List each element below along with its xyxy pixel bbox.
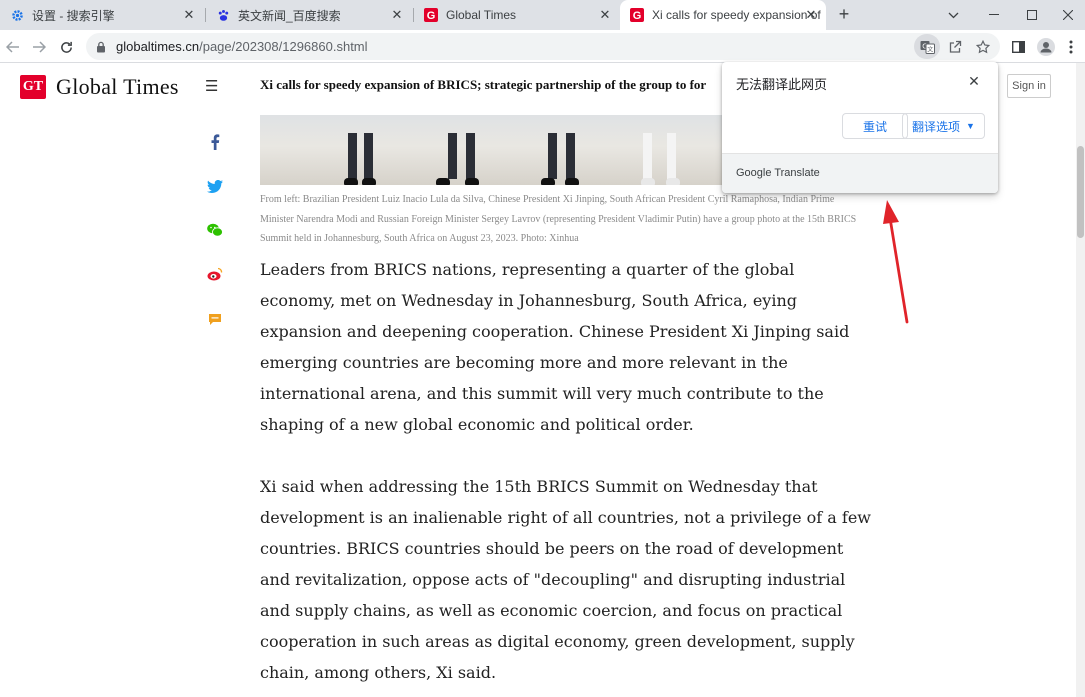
translate-icon: G文	[920, 40, 935, 54]
twitter-share-icon[interactable]	[206, 177, 224, 195]
kebab-menu-icon	[1069, 40, 1073, 54]
photo-shoe	[344, 178, 358, 185]
avatar-icon	[1037, 38, 1055, 56]
side-panel-button[interactable]	[1006, 35, 1030, 59]
weibo-share-icon[interactable]	[206, 265, 224, 283]
tab-title: Global Times	[446, 8, 517, 22]
article-paragraph: Xi said when addressing the 15th BRICS S…	[260, 477, 871, 682]
share-button[interactable]	[942, 34, 968, 59]
baidu-paw-icon	[216, 8, 230, 22]
photo-shoe	[641, 178, 655, 185]
tab-settings[interactable]: 设置 - 搜索引擎 ✕	[0, 0, 204, 30]
close-icon	[1062, 10, 1073, 20]
new-tab-button[interactable]: +	[834, 4, 854, 24]
close-tab-icon[interactable]: ✕	[388, 6, 406, 24]
retry-button[interactable]: 重试	[842, 113, 908, 139]
browser-toolbar: globaltimes.cn/page/202308/1296860.shtml…	[0, 30, 1085, 63]
tab-strip: 设置 - 搜索引擎 ✕ 英文新闻_百度搜索 ✕ G Global Times ✕…	[0, 0, 1085, 30]
url-path: /page/202308/1296860.shtml	[199, 39, 368, 54]
tab-baidu-news[interactable]: 英文新闻_百度搜索 ✕	[206, 0, 412, 30]
close-tab-icon[interactable]: ✕	[802, 6, 820, 24]
address-bar[interactable]: globaltimes.cn/page/202308/1296860.shtml…	[86, 33, 1000, 60]
tab-title: 英文新闻_百度搜索	[238, 8, 341, 23]
close-icon[interactable]: ✕	[964, 71, 984, 91]
translate-popup-footer: Google Translate	[722, 153, 998, 193]
reload-button[interactable]	[54, 35, 78, 59]
minimize-icon	[989, 14, 999, 15]
chevron-down-icon	[948, 12, 958, 18]
close-window-button[interactable]	[1050, 0, 1085, 30]
svg-text:G: G	[633, 10, 642, 22]
forward-button[interactable]	[27, 35, 51, 59]
photo-figure	[667, 133, 676, 179]
photo-shoe	[465, 178, 479, 185]
tab-global-times[interactable]: G Global Times ✕	[414, 0, 620, 30]
photo-shoe	[436, 178, 450, 185]
translate-options-label: 翻译选项	[912, 119, 961, 134]
maximize-button[interactable]	[1013, 0, 1051, 30]
reload-icon	[60, 41, 72, 53]
close-tab-icon[interactable]: ✕	[596, 6, 614, 24]
hamburger-menu-icon[interactable]: ☰	[205, 77, 218, 95]
photo-shoe	[362, 178, 376, 185]
photo-shoe	[565, 178, 579, 185]
page-scrollbar[interactable]	[1076, 63, 1085, 697]
star-icon	[976, 39, 990, 53]
lock-icon[interactable]	[95, 41, 107, 53]
photo-figure	[466, 133, 475, 179]
article-photo	[260, 115, 723, 185]
svg-text:文: 文	[927, 45, 933, 53]
minimize-button[interactable]	[975, 0, 1013, 30]
photo-figure	[348, 133, 357, 179]
photo-figure	[548, 133, 557, 179]
wechat-share-icon[interactable]	[206, 221, 224, 239]
tab-article[interactable]: G Xi calls for speedy expansion of ✕	[620, 0, 826, 30]
profile-button[interactable]	[1034, 35, 1058, 59]
arrow-left-icon	[6, 41, 19, 53]
translate-page-button[interactable]: G文	[914, 34, 940, 59]
tab-search-button[interactable]	[934, 0, 972, 30]
photo-shoe	[666, 178, 680, 185]
tab-title: Xi calls for speedy expansion of	[652, 8, 821, 22]
sign-in-button[interactable]: Sign in	[1007, 74, 1051, 98]
comment-icon[interactable]	[206, 310, 224, 328]
photo-figure	[643, 133, 652, 179]
translate-popup: 无法翻译此网页 ✕ 重试 翻译选项 ▼ Google Translate	[722, 62, 998, 193]
photo-figure	[566, 133, 575, 179]
facebook-share-icon[interactable]	[206, 133, 224, 151]
tab-title: 设置 - 搜索引擎	[32, 8, 115, 23]
gear-icon	[10, 8, 24, 22]
article-paragraph: Leaders from BRICS nations, representing…	[260, 260, 850, 434]
global-times-logo[interactable]: GT Global Times	[20, 74, 179, 100]
bookmark-button[interactable]	[970, 34, 996, 59]
photo-caption: From left: Brazilian President Luiz Inac…	[260, 194, 857, 244]
google-translate-label: Google Translate	[736, 167, 820, 179]
back-button[interactable]	[1, 35, 25, 59]
photo-figure	[364, 133, 373, 179]
arrow-right-icon	[33, 41, 46, 53]
caret-down-icon: ▼	[966, 121, 975, 131]
chrome-menu-button[interactable]	[1061, 35, 1081, 59]
annotation-arrow	[883, 200, 909, 324]
scrollbar-thumb[interactable]	[1077, 146, 1084, 238]
side-panel-icon	[1011, 41, 1025, 53]
url-text: globaltimes.cn/page/202308/1296860.shtml	[116, 39, 368, 54]
gt-g-icon: G	[630, 8, 644, 22]
share-icon	[949, 40, 962, 53]
gt-g-icon: G	[424, 8, 438, 22]
url-host: globaltimes.cn	[116, 39, 200, 54]
svg-text:G: G	[427, 10, 436, 22]
gt-logo-badge: GT	[20, 75, 46, 99]
photo-figure	[448, 133, 457, 179]
close-tab-icon[interactable]: ✕	[180, 6, 198, 24]
translate-options-button[interactable]: 翻译选项 ▼	[902, 113, 985, 139]
maximize-icon	[1027, 10, 1037, 20]
photo-shoe	[541, 178, 555, 185]
gt-logo-name: Global Times	[56, 74, 179, 99]
article-headline: Xi calls for speedy expansion of BRICS; …	[260, 77, 707, 92]
translate-error-title: 无法翻译此网页	[736, 77, 828, 92]
